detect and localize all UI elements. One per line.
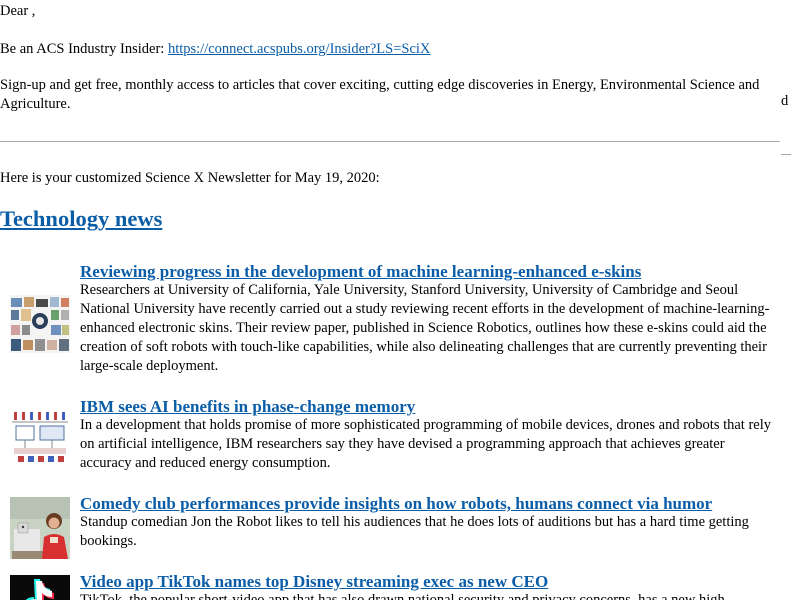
article-summary: In a development that holds promise of m…	[80, 417, 772, 471]
e-skin-figure-thumbnail[interactable]	[10, 295, 70, 353]
signup-text: Sign-up and get free, monthly access to …	[0, 77, 760, 112]
divider	[0, 141, 780, 142]
insider-link[interactable]: https://connect.acspubs.org/Insider?LS=S…	[168, 41, 430, 57]
divider-fragment	[781, 154, 791, 155]
article-title-link[interactable]: IBM sees AI benefits in phase-change mem…	[80, 396, 415, 418]
email-body: Dear , Be an ACS Industry Insider: https…	[0, 0, 800, 600]
tiktok-logo-thumbnail[interactable]	[10, 575, 70, 600]
phase-change-memory-diagram-thumbnail[interactable]	[10, 408, 70, 466]
newsletter-intro: Here is your customized Science X Newsle…	[0, 170, 380, 186]
article-title-link[interactable]: Video app TikTok names top Disney stream…	[80, 571, 548, 593]
article-summary: Standup comedian Jon the Robot likes to …	[80, 514, 749, 549]
insider-text: Be an ACS Industry Insider:	[0, 41, 168, 57]
stray-character: d	[781, 93, 789, 109]
insider-line: Be an ACS Industry Insider: https://conn…	[0, 40, 430, 59]
greeting: Dear ,	[0, 3, 36, 19]
article-title-link[interactable]: Comedy club performances provide insight…	[80, 493, 712, 515]
article-summary: Researchers at University of California,…	[80, 282, 770, 374]
section-title[interactable]: Technology news	[0, 205, 162, 233]
article-summary: TikTok, the popular short-video app that…	[80, 592, 725, 600]
robot-comedian-photo-thumbnail[interactable]	[10, 497, 70, 559]
article-title-link[interactable]: Reviewing progress in the development of…	[80, 261, 641, 283]
